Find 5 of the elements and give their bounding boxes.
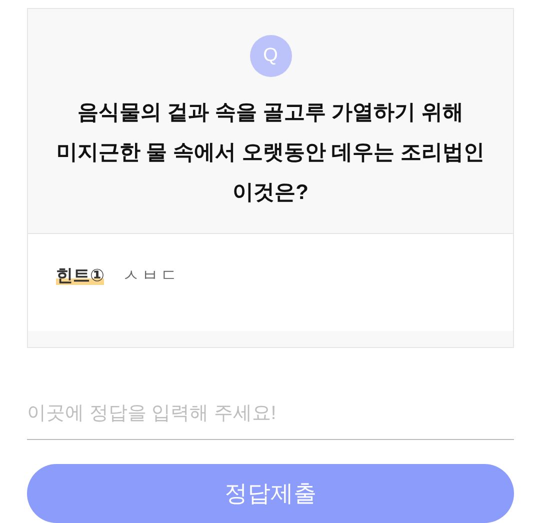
hint-text: ㅅㅂㄷ: [122, 265, 180, 287]
question-text: 음식물의 겉과 속을 골고루 가열하기 위해 미지근한 물 속에서 오랫동안 데우는 조리법인 이것은?: [55, 100, 486, 206]
question-badge: Q: [250, 35, 292, 77]
answer-field[interactable]: 이곳에 정답을 입력해 주세요!: [27, 388, 514, 440]
submit-button[interactable]: 정답제출: [27, 464, 514, 523]
